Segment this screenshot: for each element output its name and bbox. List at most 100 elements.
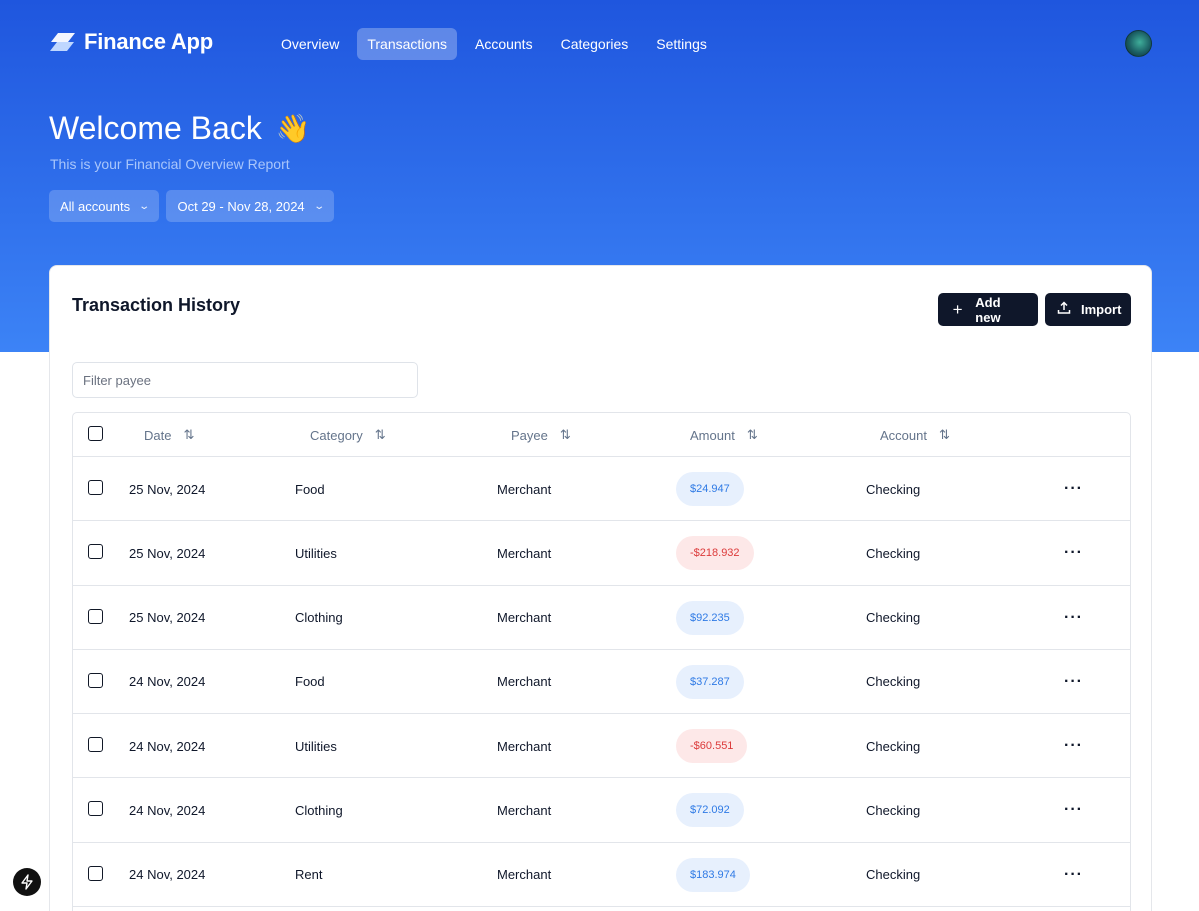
row-menu-button[interactable]: ··· xyxy=(1064,586,1083,650)
column-label: Amount xyxy=(690,427,735,443)
amount-badge: $92.235 xyxy=(676,600,744,635)
row-menu-button[interactable]: ··· xyxy=(1064,778,1083,842)
cell-category: Rent xyxy=(295,867,323,883)
sort-arrows-icon: ⇅ xyxy=(183,427,194,442)
table-row[interactable]: 25 Nov, 2024 Food Merchant $24.947 Check… xyxy=(73,457,1130,522)
cell-category: Food xyxy=(295,481,325,497)
row-checkbox[interactable] xyxy=(88,608,103,624)
cell-category: Food xyxy=(295,674,325,690)
more-horizontal-icon: ··· xyxy=(1064,672,1083,690)
table-row[interactable]: 24 Nov, 2024 Food Merchant $37.287 Check… xyxy=(73,650,1130,715)
cell-date: 25 Nov, 2024 xyxy=(129,545,206,561)
date-range-value: Oct 29 - Nov 28, 2024 xyxy=(177,198,305,214)
cell-payee: Merchant xyxy=(497,545,552,561)
cell-payee: Merchant xyxy=(497,481,552,497)
column-header-category[interactable]: Category ⇅ xyxy=(310,413,386,457)
row-checkbox[interactable] xyxy=(88,865,103,881)
lightning-icon xyxy=(21,874,33,890)
cell-amount: $92.235 xyxy=(676,586,744,650)
sort-arrows-icon: ⇅ xyxy=(746,427,758,442)
cell-account: Checking xyxy=(866,738,921,754)
welcome-heading: Welcome Back 👋 xyxy=(49,110,311,147)
cell-amount: $24.947 xyxy=(676,457,744,521)
cell-payee: Merchant xyxy=(497,867,552,883)
cell-date: 24 Nov, 2024 xyxy=(129,674,206,690)
nav-settings[interactable]: Settings xyxy=(646,28,717,60)
wave-emoji: 👋 xyxy=(275,112,311,144)
column-header-date[interactable]: Date ⇅ xyxy=(144,413,194,457)
nav-categories[interactable]: Categories xyxy=(551,28,639,60)
table-row[interactable]: 24 Nov, 2024 Rent Merchant $183.974 Chec… xyxy=(73,843,1130,908)
amount-badge: $24.947 xyxy=(676,472,744,506)
logo-icon xyxy=(50,33,75,51)
date-range-select[interactable]: Oct 29 - Nov 28, 2024 ⌄ xyxy=(166,190,335,222)
sort-arrows-icon: ⇅ xyxy=(559,427,571,442)
select-all-checkbox[interactable] xyxy=(88,426,103,441)
cell-date: 24 Nov, 2024 xyxy=(129,802,206,818)
column-header-payee[interactable]: Payee ⇅ xyxy=(511,413,571,457)
add-new-label: Add new xyxy=(975,294,1001,325)
main-nav: Overview Transactions Accounts Categorie… xyxy=(271,28,717,60)
row-checkbox[interactable] xyxy=(88,480,103,495)
cell-category: Clothing xyxy=(295,610,343,626)
table-row[interactable]: 25 Nov, 2024 Utilities Merchant -$218.93… xyxy=(73,521,1130,586)
table-header: Date ⇅ Category ⇅ Payee ⇅ Amount ⇅ Accou… xyxy=(73,413,1130,457)
row-menu-button[interactable]: ··· xyxy=(1064,714,1083,778)
cell-date: 24 Nov, 2024 xyxy=(129,867,206,883)
nav-overview[interactable]: Overview xyxy=(271,28,349,60)
nav-accounts[interactable]: Accounts xyxy=(465,28,543,60)
cell-date: 24 Nov, 2024 xyxy=(129,738,206,754)
welcome-subtitle: This is your Financial Overview Report xyxy=(50,156,290,172)
more-horizontal-icon: ··· xyxy=(1064,544,1083,562)
plus-icon: + xyxy=(952,299,963,319)
transaction-history-card: Transaction History + Add new Import Dat… xyxy=(49,265,1152,911)
account-filter-value: All accounts xyxy=(60,198,131,214)
row-checkbox[interactable] xyxy=(88,801,103,817)
report-filters: All accounts ⌄ Oct 29 - Nov 28, 2024 ⌄ xyxy=(49,190,335,222)
account-filter-select[interactable]: All accounts ⌄ xyxy=(49,190,160,222)
chevron-down-icon: ⌄ xyxy=(312,200,325,212)
row-menu-button[interactable]: ··· xyxy=(1064,650,1083,714)
more-horizontal-icon: ··· xyxy=(1064,608,1083,626)
import-label: Import xyxy=(1081,302,1122,317)
user-avatar[interactable] xyxy=(1125,30,1152,57)
cell-account: Checking xyxy=(866,802,921,818)
app-logo[interactable]: Finance App xyxy=(50,29,213,55)
row-menu-button[interactable]: ··· xyxy=(1064,521,1083,585)
more-horizontal-icon: ··· xyxy=(1064,801,1083,819)
table-row[interactable]: 24 Nov, 2024 Utilities Merchant -$60.551… xyxy=(73,714,1130,779)
table-row[interactable]: 25 Nov, 2024 Clothing Merchant $92.235 C… xyxy=(73,586,1130,650)
column-label: Category xyxy=(310,427,363,443)
cell-amount: $183.974 xyxy=(676,843,750,907)
dev-tools-badge[interactable] xyxy=(13,868,41,896)
amount-badge: $183.974 xyxy=(676,857,750,892)
column-label: Account xyxy=(880,427,927,443)
welcome-title: Welcome Back xyxy=(49,110,262,146)
card-title: Transaction History xyxy=(72,295,241,315)
upload-icon xyxy=(1057,300,1071,320)
add-new-button[interactable]: + Add new xyxy=(938,293,1038,326)
cell-account: Checking xyxy=(866,674,921,690)
more-horizontal-icon: ··· xyxy=(1064,737,1083,755)
row-checkbox[interactable] xyxy=(88,672,103,688)
column-header-amount[interactable]: Amount ⇅ xyxy=(690,413,758,457)
row-checkbox[interactable] xyxy=(88,737,103,753)
amount-badge: $72.092 xyxy=(676,793,744,828)
row-menu-button[interactable]: ··· xyxy=(1064,843,1083,907)
import-button[interactable]: Import xyxy=(1045,293,1131,326)
more-horizontal-icon: ··· xyxy=(1064,865,1083,883)
cell-category: Utilities xyxy=(295,738,337,754)
row-menu-button[interactable]: ··· xyxy=(1064,457,1083,521)
cell-amount: $37.287 xyxy=(676,650,744,714)
sort-arrows-icon: ⇅ xyxy=(938,427,950,442)
column-label: Payee xyxy=(511,427,548,443)
cell-account: Checking xyxy=(866,610,921,626)
app-name: Finance App xyxy=(84,29,213,54)
column-header-account[interactable]: Account ⇅ xyxy=(880,413,950,457)
cell-payee: Merchant xyxy=(497,738,552,754)
table-row[interactable]: 24 Nov, 2024 Clothing Merchant $72.092 C… xyxy=(73,778,1130,843)
filter-payee-input[interactable] xyxy=(72,362,418,398)
column-label: Date xyxy=(144,427,172,443)
nav-transactions[interactable]: Transactions xyxy=(357,28,457,60)
row-checkbox[interactable] xyxy=(88,544,103,560)
